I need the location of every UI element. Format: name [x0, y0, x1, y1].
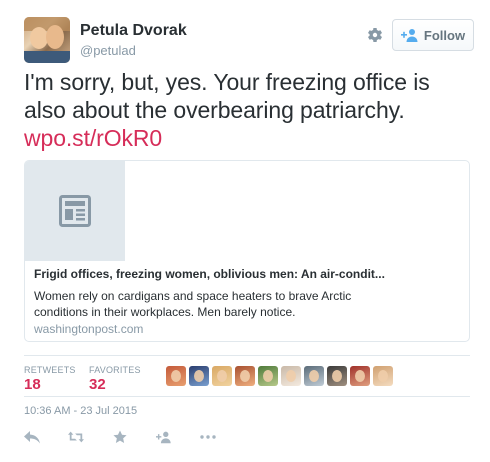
card-title[interactable]: Frigid offices, freezing women, obliviou…	[34, 267, 454, 281]
tweet-text: I'm sorry, but, yes. Your freezing offic…	[24, 68, 474, 152]
tweet-body: I'm sorry, but, yes. Your freezing offic…	[24, 69, 430, 123]
favoriter-avatar[interactable]	[304, 366, 324, 386]
gear-icon[interactable]	[365, 25, 385, 45]
reply-icon[interactable]	[24, 430, 40, 444]
favoriter-avatar[interactable]	[373, 366, 393, 386]
favoriter-avatar[interactable]	[327, 366, 347, 386]
follow-label: Follow	[423, 27, 466, 43]
link-card[interactable]: Frigid offices, freezing women, obliviou…	[24, 160, 470, 342]
favoriter-avatar[interactable]	[212, 366, 232, 386]
favoriter-avatar[interactable]	[166, 366, 186, 386]
favoriter-avatar[interactable]	[258, 366, 278, 386]
divider	[24, 396, 470, 397]
favoriter-avatar[interactable]	[281, 366, 301, 386]
card-description: Women rely on cardigans and space heater…	[34, 289, 352, 319]
author-fullname[interactable]: Petula Dvorak	[80, 22, 187, 40]
follow-button[interactable]: Follow	[392, 19, 474, 51]
follow-person-icon	[400, 29, 418, 42]
tweet-link[interactable]: wpo.st/rOkR0	[24, 125, 162, 151]
favoriter-avatar[interactable]	[235, 366, 255, 386]
card-thumbnail	[25, 161, 125, 261]
favoriter-avatars	[166, 366, 393, 386]
retweets-label: RETWEETS	[24, 365, 76, 375]
timestamp[interactable]: 10:36 AM - 23 Jul 2015	[24, 405, 137, 417]
favorites-count: 32	[89, 376, 106, 393]
favorite-icon[interactable]	[112, 430, 128, 444]
retweets-count: 18	[24, 376, 41, 393]
retweets-stat[interactable]: RETWEETS 18	[24, 365, 76, 393]
author-username[interactable]: @petulad	[80, 43, 136, 58]
article-icon	[59, 195, 91, 227]
card-domain[interactable]: washingtonpost.com	[34, 322, 143, 336]
favorites-label: FAVORITES	[89, 365, 141, 375]
favorites-stat[interactable]: FAVORITES 32	[89, 365, 141, 393]
divider	[24, 355, 470, 356]
follow-icon[interactable]	[156, 430, 172, 444]
favoriter-avatar[interactable]	[189, 366, 209, 386]
favoriter-avatar[interactable]	[350, 366, 370, 386]
more-icon[interactable]	[200, 430, 216, 444]
avatar[interactable]	[24, 17, 70, 63]
tweet: Petula Dvorak @petulad Follow I'm sorry,…	[0, 0, 490, 462]
retweet-icon[interactable]	[68, 430, 84, 444]
tweet-actions	[24, 430, 244, 444]
